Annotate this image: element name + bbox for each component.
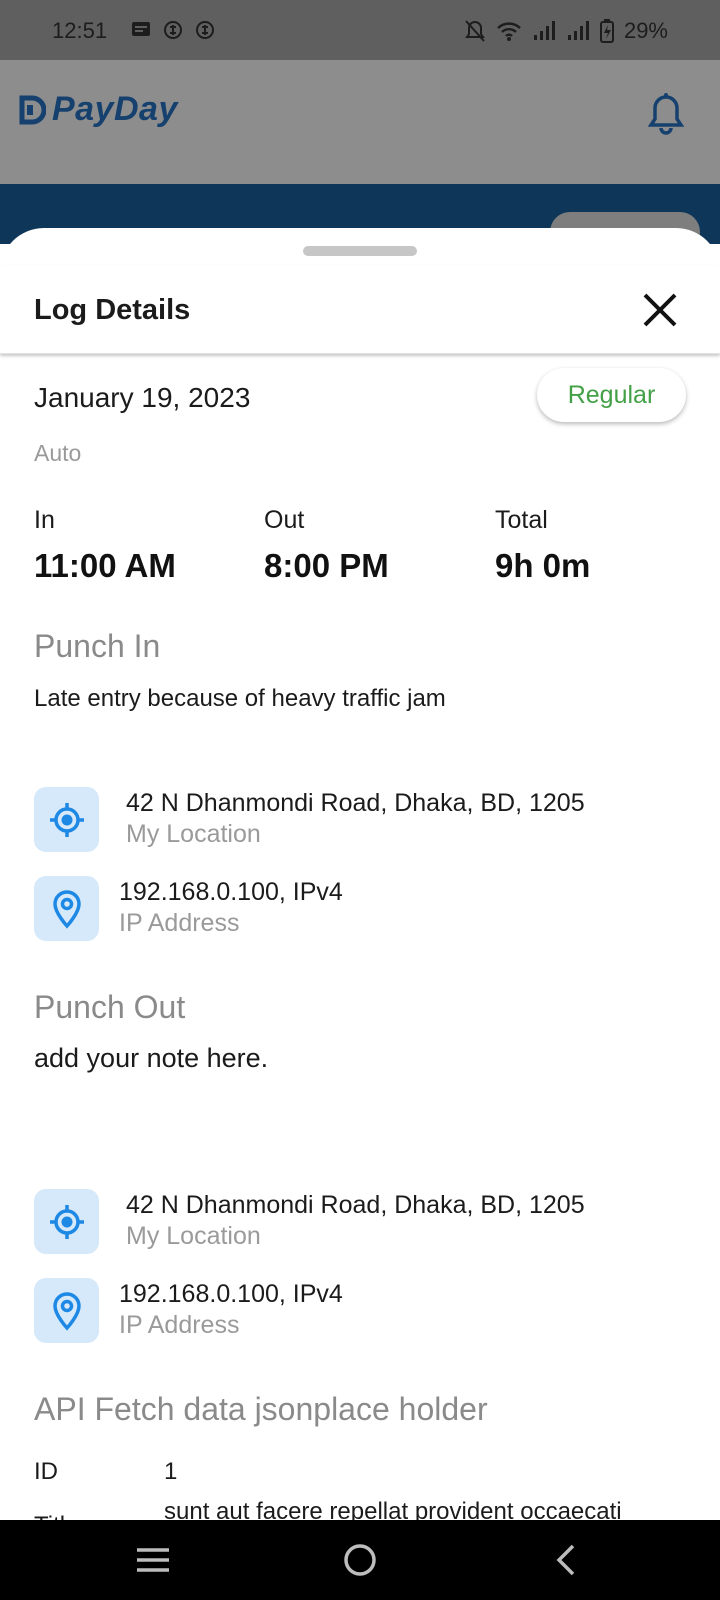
app-logo[interactable]: PayDay — [16, 90, 178, 129]
home-icon[interactable] — [340, 1540, 380, 1580]
punch-out-location-row: 42 N Dhanmondi Road, Dhaka, BD, 1205 My … — [34, 1189, 694, 1255]
battery-icon — [599, 19, 614, 43]
drag-handle[interactable] — [303, 246, 417, 256]
api-title-value: sunt aut facere repellat provident occae… — [164, 1498, 622, 1520]
time-out-value: 8:00 PM — [264, 547, 389, 584]
entry-source: Auto — [34, 440, 82, 466]
time-in: In 11:00 AM — [34, 506, 176, 585]
api-id-value: 1 — [164, 1458, 178, 1485]
punch-in-title: Punch In — [34, 628, 161, 664]
time-total-value: 9h 0m — [495, 547, 591, 584]
api-title-key: Title — [34, 1512, 78, 1520]
punch-out-title: Punch Out — [34, 989, 186, 1025]
punch-in-location-label: My Location — [126, 820, 261, 848]
punch-out-ip-row: 192.168.0.100, IPv4 IP Address — [34, 1278, 694, 1344]
time-total: Total 9h 0m — [495, 506, 590, 585]
brand-name: PayDay — [52, 90, 178, 128]
punch-out-location-value: 42 N Dhanmondi Road, Dhaka, BD, 1205 — [126, 1191, 585, 1219]
bell-icon[interactable] — [646, 92, 686, 136]
signal-icon — [567, 21, 589, 40]
time-out-label: Out — [264, 506, 305, 534]
status-right: 29% — [464, 18, 668, 44]
punch-out-ip-label: IP Address — [119, 1311, 240, 1339]
payday-logo-icon — [19, 95, 46, 124]
sheet-title: Log Details — [34, 294, 191, 326]
punch-out-note[interactable]: add your note here. — [34, 1043, 268, 1074]
punch-in-ip-label: IP Address — [119, 909, 240, 937]
back-icon[interactable] — [547, 1540, 587, 1580]
punch-in-ip-row: 192.168.0.100, IPv4 IP Address — [34, 876, 694, 942]
menu-icon[interactable] — [133, 1540, 173, 1580]
sheet-header: Log Details — [0, 266, 720, 354]
time-in-value: 11:00 AM — [34, 547, 176, 584]
sim-icon — [194, 19, 216, 46]
status-bar: 12:51 29% — [0, 0, 720, 60]
punch-in-ip-value: 192.168.0.100, IPv4 — [119, 878, 343, 906]
app-header: PayDay — [0, 60, 720, 184]
signal-icon — [533, 21, 555, 40]
time-in-label: In — [34, 506, 55, 534]
api-id-key: ID — [34, 1458, 58, 1485]
sim-icon — [162, 19, 184, 46]
location-target-icon — [34, 1189, 99, 1254]
punch-in-location-value: 42 N Dhanmondi Road, Dhaka, BD, 1205 — [126, 789, 585, 817]
map-pin-icon — [34, 876, 99, 941]
punch-out-location-label: My Location — [126, 1222, 261, 1250]
status-badge: Regular — [537, 368, 686, 422]
battery-percent: 29% — [623, 18, 668, 43]
punch-in-location-row: 42 N Dhanmondi Road, Dhaka, BD, 1205 My … — [34, 787, 694, 853]
wifi-icon — [497, 22, 521, 41]
status-time: 12:51 — [52, 18, 108, 43]
system-nav-bar — [0, 1520, 720, 1600]
log-date: January 19, 2023 — [34, 382, 251, 413]
map-pin-icon — [34, 1278, 99, 1343]
punch-out-ip-value: 192.168.0.100, IPv4 — [119, 1280, 343, 1308]
log-details-sheet: Log Details January 19, 2023 Regular Aut… — [0, 228, 720, 1520]
location-target-icon — [34, 787, 99, 852]
time-total-label: Total — [495, 506, 548, 534]
time-out: Out 8:00 PM — [264, 506, 389, 585]
punch-in-note: Late entry because of heavy traffic jam — [34, 685, 446, 712]
close-icon[interactable] — [640, 290, 680, 330]
api-section-title: API Fetch data jsonplace holder — [34, 1391, 488, 1427]
mute-icon — [465, 20, 485, 42]
message-icon — [130, 19, 152, 46]
